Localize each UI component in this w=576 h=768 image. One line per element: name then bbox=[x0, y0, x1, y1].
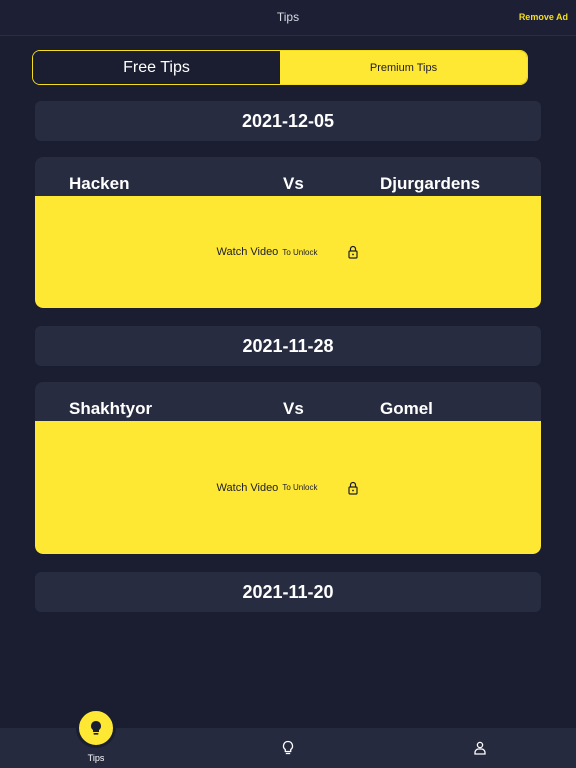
tips-nav-bubble bbox=[76, 708, 116, 748]
home-team: Hacken bbox=[69, 174, 130, 193]
away-team: Gomel bbox=[380, 399, 433, 418]
date-header: 2021-12-05 bbox=[35, 101, 541, 141]
nav-tips-label: Tips bbox=[87, 753, 105, 763]
match-teams: Shakhtyor Vs Gomel bbox=[35, 382, 541, 422]
to-unlock-label: To Unlock bbox=[282, 247, 318, 257]
to-unlock-label: To Unlock bbox=[282, 483, 318, 492]
remove-ad-button[interactable]: Remove Ad bbox=[519, 12, 568, 22]
watch-video-unlock-button[interactable]: Watch Video To Unlock bbox=[35, 421, 541, 554]
watch-video-unlock-button[interactable]: Watch Video To Unlock bbox=[35, 196, 541, 308]
nav-profile[interactable] bbox=[450, 728, 510, 768]
tips-segmented-control: Free Tips Premium Tips bbox=[32, 50, 528, 85]
lock-icon bbox=[347, 481, 359, 495]
match-card: Shakhtyor Vs Gomel Watch Video To Unlock bbox=[35, 382, 541, 554]
watch-video-label: Watch Video bbox=[216, 481, 279, 494]
home-team: Shakhtyor bbox=[69, 399, 153, 418]
tab-premium-tips[interactable]: Premium Tips bbox=[280, 51, 527, 84]
match-teams: Hacken Vs Djurgardens bbox=[35, 157, 541, 197]
tab-free-tips[interactable]: Free Tips bbox=[33, 51, 280, 84]
lock-icon bbox=[347, 245, 359, 259]
lightbulb-icon bbox=[280, 740, 296, 756]
date-header: 2021-11-28 bbox=[35, 326, 541, 366]
match-card: Hacken Vs Djurgardens Watch Video To Unl… bbox=[35, 157, 541, 308]
nav-ideas[interactable] bbox=[258, 728, 318, 768]
nav-tips[interactable]: Tips bbox=[66, 708, 126, 768]
user-icon bbox=[472, 740, 488, 756]
bottom-navigation: Tips bbox=[0, 708, 576, 768]
vs-label: Vs bbox=[283, 399, 304, 418]
lightbulb-icon bbox=[91, 721, 101, 735]
top-bar: Tips Remove Ad bbox=[0, 0, 576, 36]
date-header: 2021-11-20 bbox=[35, 572, 541, 612]
watch-video-label: Watch Video bbox=[216, 246, 279, 258]
away-team: Djurgardens bbox=[380, 174, 481, 193]
page-title: Tips bbox=[276, 10, 300, 24]
vs-label: Vs bbox=[283, 174, 304, 193]
